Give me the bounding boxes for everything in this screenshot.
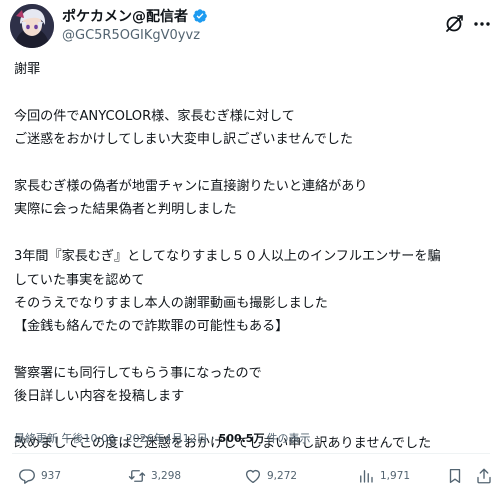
repost-count: 3,298 xyxy=(151,470,182,482)
stats-icon xyxy=(360,470,373,483)
post-text: 謝罪今回の件でANYCOLOR様、家長むぎ様に対してご迷惑をおかけしてしまい大変… xyxy=(14,58,490,456)
view-count: 500.5万 xyxy=(218,432,265,445)
post-header: ポケカメン@配信者 @GC5R5OGIKgV0yvz xyxy=(0,0,500,52)
like-button[interactable]: 9,272 xyxy=(244,466,297,486)
repost-icon xyxy=(128,470,146,482)
post-text-line: ご迷惑をおかけしてしまい大変申し訳ございませんでした xyxy=(14,132,353,148)
post-text-line xyxy=(14,152,490,175)
heart-icon xyxy=(245,469,261,484)
views-count: 1,971 xyxy=(380,470,411,482)
post-text-line: 謝罪 xyxy=(14,62,41,77)
timestamp[interactable]: 最終更新 午後10:00 · 2026年4月12日 · xyxy=(14,430,215,446)
name-row: ポケカメン@配信者 xyxy=(62,6,208,26)
post-text-line xyxy=(14,409,490,432)
bookmark-button[interactable] xyxy=(446,466,464,486)
action-bar: 937 3,298 9,272 1,971 xyxy=(0,466,500,486)
post-text-line: 警察署にも同行してもらう事になったので xyxy=(14,366,262,382)
bookmark-icon xyxy=(449,468,461,484)
post-text-line xyxy=(14,222,490,245)
post-text-line xyxy=(14,339,490,362)
handle[interactable]: @GC5R5OGIKgV0yvz xyxy=(62,28,200,43)
more-icon[interactable] xyxy=(472,14,492,34)
views-button[interactable]: 1,971 xyxy=(357,466,410,486)
reply-button[interactable]: 937 xyxy=(18,466,61,486)
post-text-line: そのうえでなりすまし本人の謝罪動画も撮影しました xyxy=(14,295,328,311)
verified-badge-icon xyxy=(192,8,208,24)
share-icon xyxy=(477,468,491,484)
post-meta: 最終更新 午後10:00 · 2026年4月12日 · 500.5万 件の表示 xyxy=(14,430,310,446)
post-text-line xyxy=(14,81,490,104)
share-button[interactable] xyxy=(475,466,493,486)
display-name[interactable]: ポケカメン@配信者 xyxy=(62,6,188,26)
view-count-label: 件の表示 xyxy=(266,432,311,445)
post-text-line: 今回の件でANYCOLOR様、家長むぎ様に対して xyxy=(14,108,295,124)
reply-count: 937 xyxy=(41,470,62,482)
like-count: 9,272 xyxy=(267,470,298,482)
repost-button[interactable]: 3,298 xyxy=(128,466,181,486)
post-text-line: 【金銭も絡んでたので詐欺罪の可能性もある】 xyxy=(14,319,289,335)
avatar[interactable] xyxy=(10,4,54,48)
post-detail: ポケカメン@配信者 @GC5R5OGIKgV0yvz 謝罪 今回の件でANYCO… xyxy=(0,0,500,503)
post-text-line: 後日詳しい内容を投稿します xyxy=(14,389,185,405)
post-text-line: 実際に会った結果偽者と判明しました xyxy=(14,202,237,218)
post-text-line: 家長むぎ様の偽者が地雷チャンに直接謝りたいと連絡があり xyxy=(14,178,368,194)
grok-icon[interactable] xyxy=(443,13,465,35)
reply-icon xyxy=(19,469,35,484)
post-text-line: していた事実を認めて xyxy=(14,272,145,288)
post-text-line: 3年間『家長むぎ』としてなりすまし５０人以上のインフルエンサーを騙 xyxy=(14,249,441,265)
avatar-image xyxy=(10,4,54,48)
divider xyxy=(12,453,490,454)
